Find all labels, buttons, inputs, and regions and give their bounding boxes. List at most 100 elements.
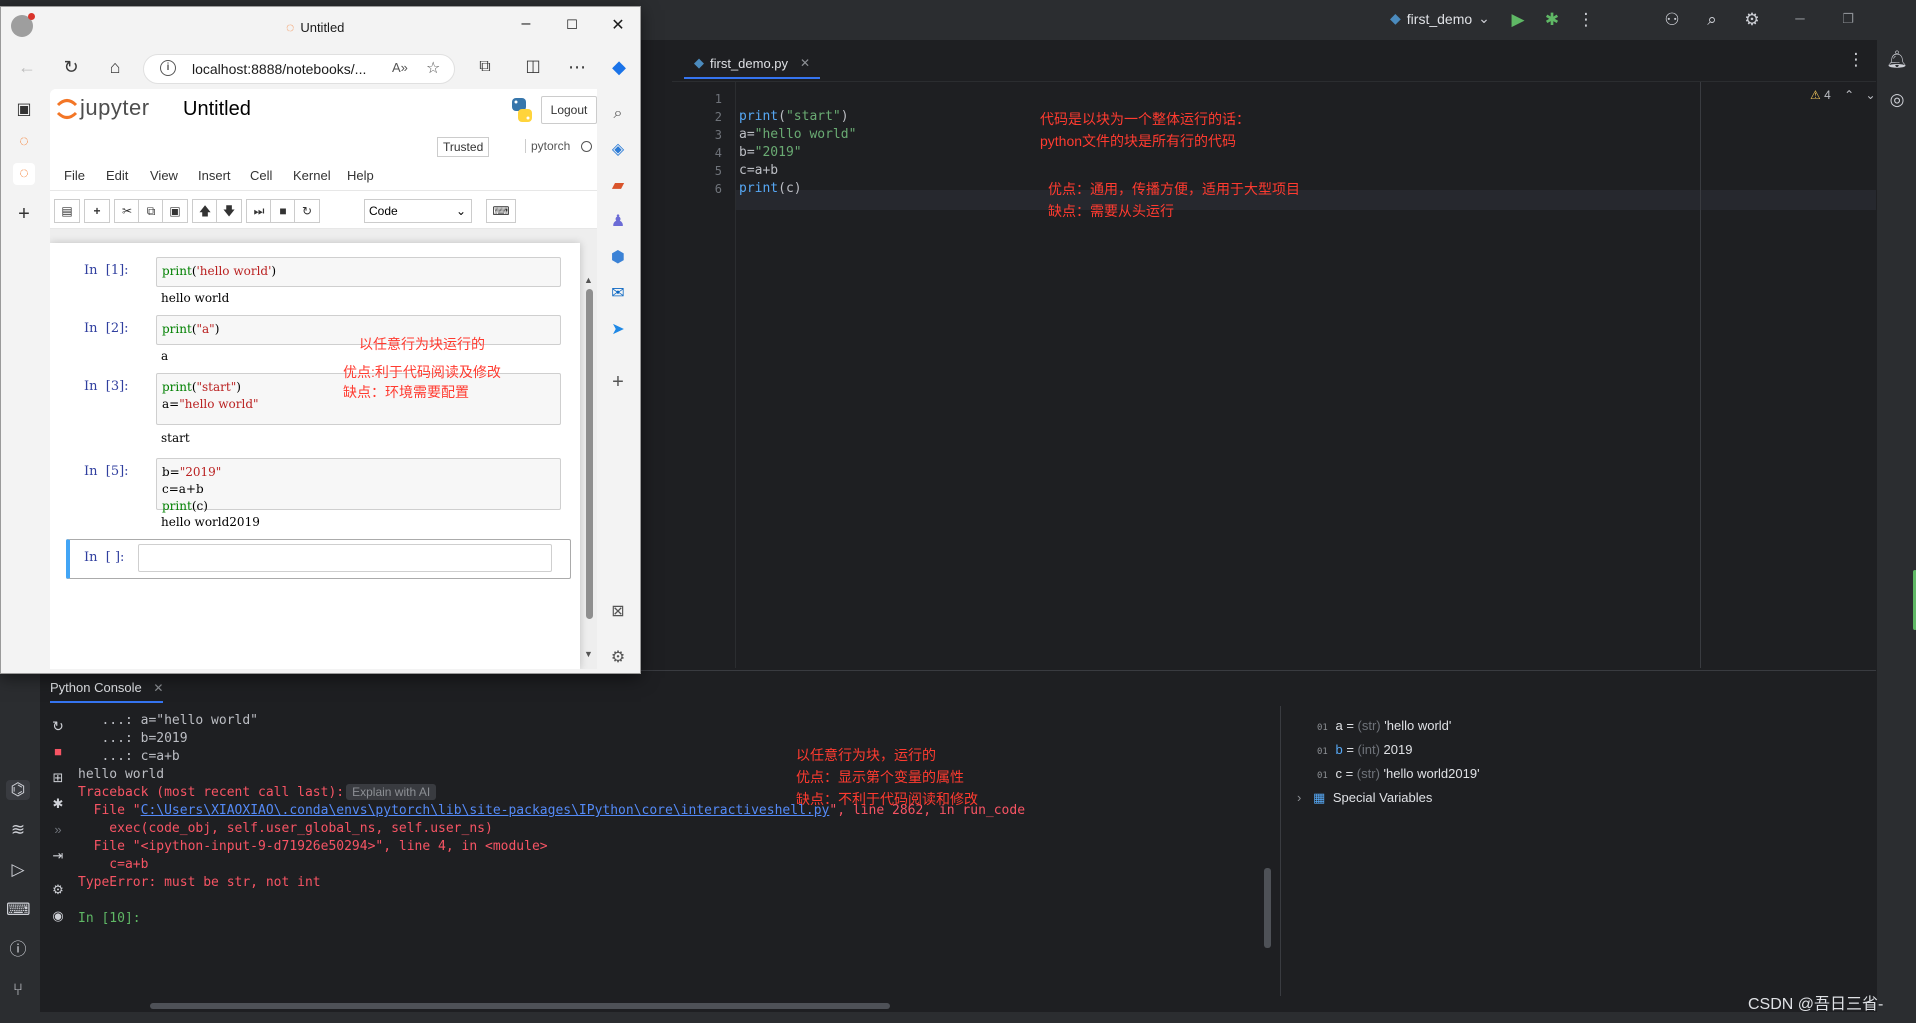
tab-first-demo-py[interactable]: ◆ first_demo.py ✕ [684, 49, 821, 79]
minimize-icon[interactable]: – [1788, 8, 1812, 28]
menu-insert[interactable]: Insert [198, 168, 231, 183]
run-cell-icon[interactable]: ⏭︎ [246, 199, 272, 223]
show-variables-icon[interactable]: ◉ [46, 906, 70, 926]
copilot-icon[interactable]: ◆ [607, 57, 631, 77]
trusted-badge[interactable]: Trusted [437, 137, 490, 157]
chevron-up-icon[interactable]: ⌃ [1844, 88, 1854, 102]
rerun-icon[interactable]: ↻ [46, 716, 70, 736]
project-selector[interactable]: ◆ first_demo ⌄ [1390, 10, 1490, 27]
active-empty-cell[interactable]: In [ ]: [66, 539, 571, 579]
console-output[interactable]: ...: a="hello world" ...: b=2019 ...: c=… [76, 706, 1274, 996]
address-bar[interactable]: i localhost:8888/notebooks/... A» ☆ [143, 54, 455, 84]
split-screen-icon[interactable]: ◫ [521, 57, 545, 77]
cell-type-select[interactable]: Code ⌄ [364, 199, 472, 223]
horizontal-scrollbar[interactable] [150, 1003, 890, 1009]
interrupt-icon[interactable]: ■ [270, 199, 296, 223]
inspection-warnings[interactable]: ⚠ 4 ⌃ ⌄ [1810, 88, 1876, 102]
search-icon[interactable]: ⌕ [1700, 10, 1724, 30]
move-up-icon[interactable]: 🡅︎ [192, 199, 218, 223]
terminal-icon[interactable]: ⌨ [6, 900, 31, 920]
maximize-button[interactable]: ☐ [552, 17, 592, 33]
problems-icon[interactable]: ⓘ [6, 940, 30, 960]
services-icon[interactable]: ▷ [6, 860, 30, 880]
menu-file[interactable]: File [64, 168, 85, 183]
variable-c[interactable]: 01 c = (str) 'hello world2019' [1317, 766, 1480, 781]
scroll-down-icon[interactable]: ▼ [584, 649, 593, 659]
tab-jupyter-1[interactable]: ◌ [13, 131, 35, 153]
add-sidebar-app-icon[interactable]: + [607, 371, 629, 393]
jupyter-logo-text[interactable]: jupyter [80, 95, 150, 121]
close-console-icon[interactable]: ✕ [153, 681, 163, 695]
tools-icon[interactable]: ▰ [607, 175, 629, 197]
outlook-icon[interactable]: ✉ [607, 283, 629, 305]
more-actions-icon[interactable]: ⋮ [1574, 10, 1598, 30]
git-icon[interactable]: ⑂ [6, 980, 30, 1000]
back-icon[interactable]: ← [15, 57, 39, 77]
code-cell-1[interactable]: print('hello world') [156, 257, 561, 287]
add-user-icon[interactable]: ⚇ [1660, 10, 1684, 30]
search-icon[interactable]: ⌕ [607, 103, 629, 125]
more-icon[interactable]: ⋯ [565, 57, 589, 77]
notebook-name[interactable]: Untitled [183, 98, 251, 121]
jupyter-logo-icon[interactable] [56, 97, 78, 121]
move-down-icon[interactable]: 🡇︎ [216, 199, 242, 223]
code-cell-4[interactable]: b="2019" c=a+b print(c) [156, 458, 561, 513]
shopping-icon[interactable]: ◈ [607, 139, 629, 161]
refresh-icon[interactable]: ↻ [59, 57, 83, 77]
site-info-icon[interactable]: i [160, 60, 176, 76]
debug-icon[interactable]: ✱ [1540, 10, 1564, 30]
history-icon[interactable]: » [46, 820, 70, 840]
close-tab-icon[interactable]: ✕ [800, 56, 810, 70]
profile-avatar[interactable] [11, 13, 35, 37]
variable-a[interactable]: 01 a = (str) 'hello world' [1317, 718, 1451, 733]
command-palette-icon[interactable]: ⌨ [486, 199, 516, 223]
menu-view[interactable]: View [150, 168, 178, 183]
save-icon[interactable]: ▤ [54, 199, 80, 223]
variable-b[interactable]: 01 b = (int) 2019 [1317, 742, 1412, 757]
special-variables[interactable]: › ▦ Special Variables [1297, 790, 1432, 806]
menu-kernel[interactable]: Kernel [293, 168, 331, 183]
menu-help[interactable]: Help [347, 168, 374, 183]
close-button[interactable]: ✕ [598, 15, 638, 35]
microsoft365-icon[interactable]: ⬢ [607, 247, 629, 269]
insert-cell-icon[interactable]: + [84, 199, 110, 223]
home-icon[interactable]: ⌂ [103, 57, 127, 77]
send-icon[interactable]: ➤ [607, 319, 629, 341]
screenshot-icon[interactable]: ⊠ [607, 601, 629, 623]
read-aloud-icon[interactable]: A» [392, 60, 408, 75]
favorite-icon[interactable]: ☆ [426, 58, 440, 78]
scroll-up-icon[interactable]: ▲ [584, 275, 593, 285]
code-editor[interactable]: ⚠ 4 ⌃ ⌄ 1 2 print("start") 3 a="hello world"… [672, 82, 1876, 668]
new-console-icon[interactable]: ⊞ [46, 768, 70, 788]
games-icon[interactable]: ♟ [607, 211, 629, 233]
empty-code-input[interactable] [138, 544, 552, 572]
tab-jupyter-2[interactable]: ◌ [13, 163, 35, 185]
notebook-scrollbar[interactable] [586, 289, 593, 619]
extensions-icon[interactable]: ⧉ [473, 57, 497, 77]
console-scrollbar[interactable] [1264, 868, 1271, 948]
minimize-button[interactable]: – [506, 15, 546, 33]
tab-python-console[interactable]: Python Console ✕ [50, 680, 164, 703]
cut-icon[interactable]: ✂ [114, 199, 140, 223]
menu-edit[interactable]: Edit [106, 168, 128, 183]
chevron-down-icon[interactable]: ⌄ [1866, 88, 1876, 102]
python-console-icon[interactable]: ⌬ [6, 780, 30, 800]
paste-icon[interactable]: ▣ [162, 199, 188, 223]
debug-console-icon[interactable]: ✱ [46, 794, 70, 814]
stop-icon[interactable]: ■ [46, 742, 70, 762]
console-settings-icon[interactable]: ⚙ [46, 880, 70, 900]
settings-gear-icon[interactable]: ⚙ [1740, 10, 1764, 30]
new-tab-icon[interactable]: + [13, 203, 35, 225]
traceback-file-link[interactable]: C:\Users\XIAOXIAO\.conda\envs\pytorch\li… [141, 803, 830, 818]
logout-button[interactable]: Logout [541, 96, 597, 124]
menu-cell[interactable]: Cell [250, 168, 272, 183]
run-icon[interactable]: ▶ [1506, 10, 1530, 30]
tab-actions-icon[interactable]: ▣ [13, 99, 35, 121]
soft-wrap-icon[interactable]: ⇥ [46, 846, 70, 866]
restart-icon[interactable]: ↻ [294, 199, 320, 223]
python-packages-icon[interactable]: ≋ [6, 820, 30, 840]
restore-icon[interactable]: ❐ [1836, 9, 1860, 29]
copy-icon[interactable]: ⧉ [138, 199, 164, 223]
code-line[interactable]: print(c) [739, 178, 802, 200]
notifications-icon[interactable]: 🔔︎ [1885, 50, 1909, 70]
